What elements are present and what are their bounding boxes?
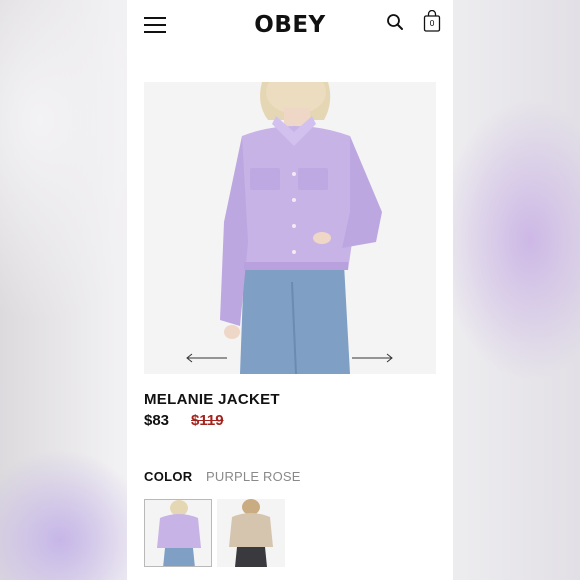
product-image[interactable] [144,82,436,374]
search-icon[interactable] [386,13,404,31]
jacket-photo [144,82,436,374]
product-title: MELANIE JACKET [144,391,280,408]
sale-price: $83 [144,412,170,429]
arrow-right-icon[interactable] [351,352,393,364]
swatch-khaki-image [217,499,285,567]
shopping-bag-icon[interactable]: 0 [423,9,441,32]
swatch-khaki[interactable] [217,499,285,567]
original-price: $119 [191,412,224,429]
cart-count: 0 [429,19,435,28]
selected-color-name: PURPLE ROSE [206,469,301,484]
brand-logo[interactable]: OBEY [127,12,453,38]
color-label: COLOR [144,469,193,484]
arrow-left-icon[interactable] [186,352,228,364]
mobile-page: OBEY 0 MELANIE JACKET $83 $119 COLOR PUR… [127,0,453,580]
swatch-purple-rose[interactable] [144,499,212,567]
top-navigation-bar: OBEY 0 [127,0,453,55]
swatch-purple-rose-image [145,500,211,566]
